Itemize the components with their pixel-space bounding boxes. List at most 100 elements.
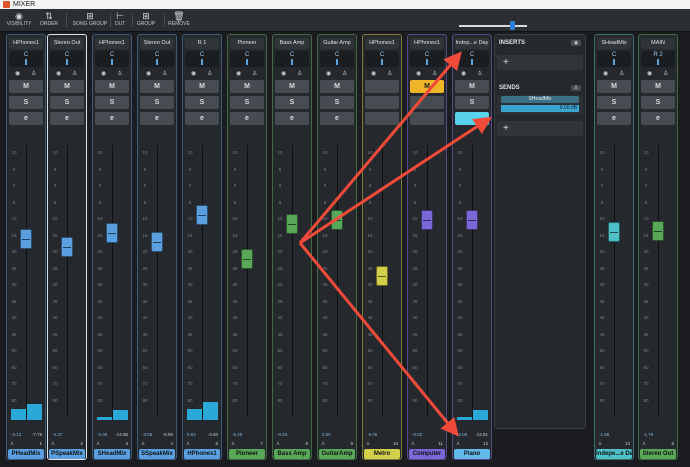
fader-track[interactable]	[112, 145, 113, 417]
edit-button[interactable]: e	[320, 112, 354, 125]
fader-handle[interactable]	[652, 221, 664, 242]
channel-strip[interactable]: HPhones1 C ◉ ♙ M S e 10 5 0 5 10 15 20 25 30 35 40…	[6, 34, 46, 460]
mute-button[interactable]: M	[185, 80, 219, 93]
pan-control[interactable]: C	[455, 51, 489, 67]
user-icon[interactable]: ♙	[252, 70, 257, 77]
fader-track[interactable]	[157, 145, 158, 417]
strip-output-name[interactable]: SHeadMix	[597, 38, 631, 49]
user-icon[interactable]: ♙	[387, 70, 392, 77]
fader-track[interactable]	[472, 145, 473, 417]
strip-output-name[interactable]: Stereo Out	[140, 38, 174, 49]
channel-label[interactable]: SHeadMix	[94, 449, 130, 459]
edit-button[interactable]: e	[95, 112, 129, 125]
song-group-button[interactable]: ⊞ SONG GROUP	[70, 11, 110, 29]
fader-track[interactable]	[26, 145, 27, 417]
user-icon[interactable]: ♙	[162, 70, 167, 77]
channel-label[interactable]: Piano	[454, 449, 490, 459]
fader-handle[interactable]	[241, 248, 253, 269]
user-icon[interactable]: ♙	[297, 70, 302, 77]
solo-button[interactable]: S	[185, 96, 219, 109]
solo-button[interactable]: S	[455, 96, 489, 109]
fader-handle[interactable]	[286, 213, 298, 234]
strip-output-name[interactable]: Indep...e Day	[455, 38, 489, 49]
channel-strip[interactable]: HPhones1 C ◉ ♙ 10 5 0 5 10 15 20 25 30 35 40 45 50 60…	[362, 34, 402, 460]
sends-user-icon[interactable]: ♙	[571, 85, 581, 91]
fader-handle[interactable]	[20, 229, 32, 250]
eye-icon[interactable]: ◉	[371, 70, 376, 77]
pan-control[interactable]: C	[597, 51, 631, 67]
eye-icon[interactable]: ◉	[326, 70, 331, 77]
pan-control[interactable]: C	[275, 51, 309, 67]
user-icon[interactable]: ♙	[432, 70, 437, 77]
eye-icon[interactable]: ◉	[647, 70, 652, 77]
channel-label[interactable]: PSpeakMix	[49, 449, 85, 459]
channel-strip[interactable]: Indep...e Day C ◉ ♙ M S 10 5 0 5 10 15 20 25 30 3…	[452, 34, 492, 460]
edit-button[interactable]: e	[597, 112, 631, 125]
fader-handle[interactable]	[61, 237, 73, 258]
add-send-button[interactable]: +	[497, 121, 583, 136]
user-icon[interactable]: ♙	[663, 70, 668, 77]
fader-track[interactable]	[337, 145, 338, 417]
solo-button[interactable]	[410, 96, 444, 109]
strip-output-name[interactable]: Stereo Out	[50, 38, 84, 49]
strip-output-name[interactable]: MAIN	[641, 38, 675, 49]
edit-button[interactable]	[410, 112, 444, 125]
eye-icon[interactable]: ◉	[603, 70, 608, 77]
channel-label[interactable]: PHeadMix	[8, 449, 44, 459]
mute-button[interactable]: M	[320, 80, 354, 93]
channel-strip[interactable]: HPhones1 C ◉ ♙ M 10 5 0 5 10 15 20 25 30 35 40 45 50…	[407, 34, 447, 460]
channel-label[interactable]: Computer	[409, 449, 445, 459]
user-icon[interactable]: ♙	[619, 70, 624, 77]
user-icon[interactable]: ♙	[72, 70, 77, 77]
fader-track[interactable]	[427, 145, 428, 417]
strip-width-slider[interactable]	[459, 25, 527, 27]
fader-handle[interactable]	[106, 222, 118, 243]
channel-strip[interactable]: HPhones1 C ◉ ♙ M S e 10 5 0 5 10 15 20 25 30 35 40…	[92, 34, 132, 460]
pan-control[interactable]: C	[320, 51, 354, 67]
eye-icon[interactable]: ◉	[236, 70, 241, 77]
channel-label[interactable]: Pioneer	[229, 449, 265, 459]
pan-control[interactable]: C	[140, 51, 174, 67]
fader-handle[interactable]	[151, 232, 163, 253]
eye-icon[interactable]: ◉	[281, 70, 286, 77]
fader-track[interactable]	[292, 145, 293, 417]
channel-label[interactable]: Indepe...e Day	[596, 449, 632, 459]
fader-track[interactable]	[202, 145, 203, 417]
send-level[interactable]: 0.00 dB	[501, 105, 579, 112]
mute-button[interactable]	[365, 80, 399, 93]
channel-strip[interactable]: R 1 C ◉ ♙ M S e 10 5 0 5 10 15 20 25 30 35 40 45 50 6…	[182, 34, 222, 460]
eye-icon[interactable]: ◉	[56, 70, 61, 77]
remove-button[interactable]: 🗑 REMOVE	[168, 11, 190, 29]
solo-button[interactable]: S	[95, 96, 129, 109]
edit-button[interactable]: e	[185, 112, 219, 125]
mute-button[interactable]: M	[597, 80, 631, 93]
eye-icon[interactable]: ◉	[191, 70, 196, 77]
solo-button[interactable]: S	[140, 96, 174, 109]
edit-button[interactable]: e	[641, 112, 675, 125]
mute-button[interactable]: M	[641, 80, 675, 93]
mute-button[interactable]: M	[50, 80, 84, 93]
eye-icon[interactable]: ◉	[416, 70, 421, 77]
solo-button[interactable]: S	[50, 96, 84, 109]
fader-track[interactable]	[614, 145, 615, 417]
channel-strip[interactable]: Pioneer C ◉ ♙ M S e 10 5 0 5 10 15 20 25 30 35 40 4…	[227, 34, 267, 460]
pan-control[interactable]: C	[50, 51, 84, 67]
user-icon[interactable]: ♙	[207, 70, 212, 77]
edit-button[interactable]	[365, 112, 399, 125]
strip-output-name[interactable]: HPhones1	[95, 38, 129, 49]
mute-button[interactable]: M	[410, 80, 444, 93]
strip-output-name[interactable]: HPhones1	[9, 38, 43, 49]
channel-strip[interactable]: Stereo Out C ◉ ♙ M S e 10 5 0 5 10 15 20 25 30 35…	[47, 34, 87, 460]
eye-icon[interactable]: ◉	[461, 70, 466, 77]
inserts-visibility-icon[interactable]: ◉	[571, 40, 581, 46]
eye-icon[interactable]: ◉	[101, 70, 106, 77]
solo-button[interactable]: S	[641, 96, 675, 109]
order-button[interactable]: ⇅ ORDER	[36, 11, 62, 29]
fader-track[interactable]	[247, 145, 248, 417]
edit-button[interactable]	[455, 112, 489, 125]
channel-strip[interactable]: SHeadMix C ◉ ♙ M S e 10 5 0 5 10 15 20 25 30 35 40…	[594, 34, 634, 460]
send-slot[interactable]: SHeadMix 0.00 dB	[497, 95, 583, 115]
fader-handle[interactable]	[196, 204, 208, 225]
pan-control[interactable]: C	[9, 51, 43, 67]
user-icon[interactable]: ♙	[31, 70, 36, 77]
